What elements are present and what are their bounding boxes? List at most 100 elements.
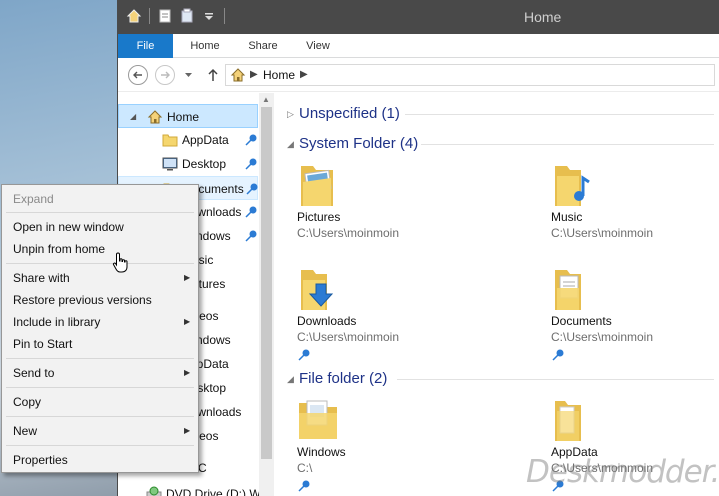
group-title: File folder (2) [299,370,388,387]
context-menu: Expand Open in new window Unpin from hom… [1,184,199,473]
item-name: Downloads [297,314,357,328]
submenu-arrow-icon: ▶ [184,426,191,435]
item-path: C:\Users\moinmoin [551,330,654,344]
group-title: System Folder (4) [299,135,419,152]
item-music[interactable]: Music C:\Users\moinmoin [551,162,719,262]
scroll-up-icon[interactable]: ▲ [262,95,270,104]
group-header-file-folder[interactable]: ◢ File folder (2) [275,368,719,390]
submenu-arrow-icon: ▶ [184,317,191,326]
pin-icon [298,349,310,361]
path-box[interactable]: ▶ Home ▶ [225,64,715,86]
nav-item-label: Desktop [182,157,227,171]
dvd-icon [146,486,162,496]
recent-locations-icon[interactable] [184,70,193,79]
nav-item-label: DVD Drive (D:) W [166,487,261,496]
hand-cursor-icon [112,252,128,273]
menu-separator [6,445,194,446]
menu-item-include-in-library[interactable]: Include in library ▶ [4,311,196,333]
desktop-icon [162,157,178,171]
menu-item-copy[interactable]: Copy [4,391,196,413]
window-title-container: Home [118,9,719,25]
title-bar: Home [118,0,719,34]
pin-icon [245,134,257,146]
menu-separator [6,416,194,417]
menu-separator [6,263,194,264]
nav-item-label: Home [167,110,200,124]
item-path: C:\ [297,461,313,475]
menu-item-label: Open in new window [13,220,124,234]
collapse-icon[interactable]: ◢ [287,374,294,385]
up-arrow-icon[interactable] [206,67,220,83]
address-bar: ▶ Home ▶ [118,58,719,92]
folder-icon [162,134,178,147]
menu-item-share-with[interactable]: Share with ▶ [4,267,196,289]
nav-pane-scrollbar[interactable]: ▲ [259,93,274,496]
back-button[interactable] [128,65,148,85]
menu-item-properties[interactable]: Properties [4,449,196,471]
menu-item-label: New [13,424,38,438]
pin-icon [246,183,258,195]
tab-view[interactable]: View [300,34,336,58]
menu-item-send-to[interactable]: Send to ▶ [4,362,196,384]
arrow-left-icon [133,71,142,79]
menu-item-label: Unpin from home [13,242,106,256]
menu-item-open-in-new-window[interactable]: Open in new window [4,216,196,238]
item-name: Windows [297,445,346,459]
pin-icon [245,230,257,242]
menu-item-new[interactable]: New ▶ [4,420,196,442]
breadcrumb-chevron-icon[interactable]: ▶ [300,69,308,80]
item-name: Music [551,210,583,224]
menu-separator [6,358,194,359]
pin-icon [552,349,564,361]
item-path: C:\Users\moinmoin [551,226,654,240]
nav-item-dvd-drive[interactable]: DVD Drive (D:) W [118,482,261,496]
pictures-folder-icon [301,166,333,206]
breadcrumb-chevron-icon[interactable]: ▶ [250,69,258,80]
content-pane: ▷ Unspecified (1) ◢ System Folder (4) Pi… [275,93,719,496]
nav-item-desktop[interactable]: Desktop [118,152,258,176]
item-documents[interactable]: Documents C:\Users\moinmoin [551,266,719,366]
downloads-folder-icon [301,270,334,310]
collapse-icon[interactable]: ◢ [287,139,294,150]
tab-home[interactable]: Home [185,34,225,58]
submenu-arrow-icon: ▶ [184,368,191,377]
documents-folder-icon [555,270,581,310]
folder-icon [299,400,337,439]
item-downloads[interactable]: Downloads C:\Users\moinmoin [297,266,497,366]
menu-item-unpin-from-home[interactable]: Unpin from home [4,238,196,260]
forward-button[interactable] [155,65,175,85]
expand-icon[interactable]: ▷ [287,109,294,120]
pin-icon [298,480,310,492]
home-icon [147,110,163,124]
nav-item-appdata[interactable]: AppData [118,128,258,152]
item-pictures[interactable]: Pictures C:\Users\moinmoin [297,162,497,262]
menu-item-label: Restore previous versions [13,293,152,307]
menu-item-label: Copy [13,395,42,409]
music-folder-icon [555,166,590,206]
menu-item-restore-previous-versions[interactable]: Restore previous versions [4,289,196,311]
menu-separator [6,212,194,213]
scrollbar-thumb[interactable] [261,107,272,459]
menu-item-label: Share with [13,271,70,285]
group-divider [397,379,714,380]
group-divider [421,144,714,145]
item-windows[interactable]: Windows C:\ [297,397,497,496]
watermark: Deskmodder.de [526,454,719,490]
nav-item-label: AppData [182,133,229,147]
menu-separator [6,387,194,388]
nav-item-home[interactable]: ◢ Home [118,104,258,128]
tab-share[interactable]: Share [243,34,283,58]
group-divider [405,114,714,115]
collapse-icon[interactable]: ◢ [130,112,136,121]
group-header-unspecified[interactable]: ▷ Unspecified (1) [275,103,719,125]
item-name: Pictures [297,210,341,224]
menu-item-pin-to-start[interactable]: Pin to Start [4,333,196,355]
tab-file[interactable]: File [118,34,173,58]
menu-item-label: Expand [13,192,54,206]
breadcrumb-home[interactable]: Home [263,68,295,82]
menu-item-label: Include in library [13,315,101,329]
group-header-system-folder[interactable]: ◢ System Folder (4) [275,133,719,155]
menu-item-expand: Expand [4,188,196,210]
folder-icon [555,401,581,441]
pin-icon [245,158,257,170]
